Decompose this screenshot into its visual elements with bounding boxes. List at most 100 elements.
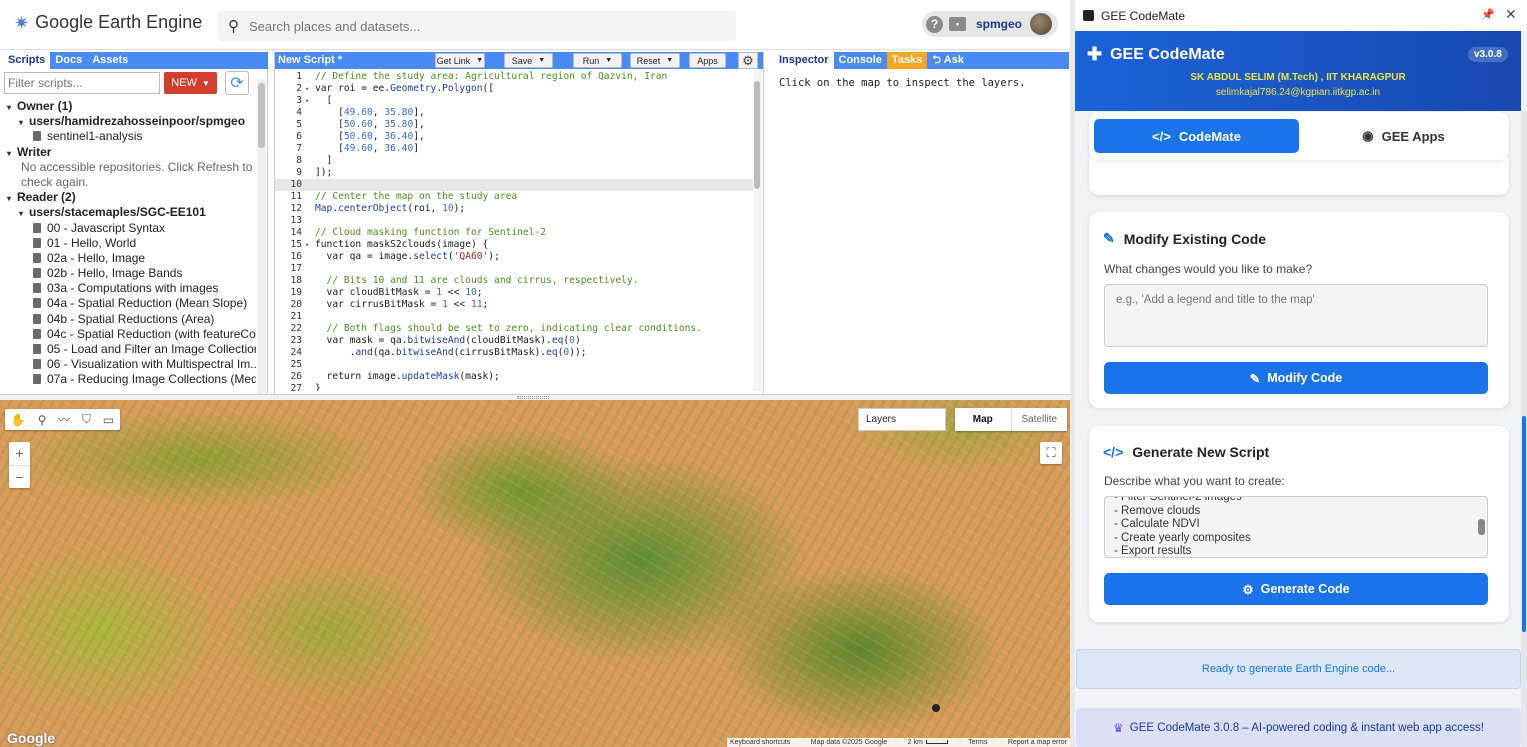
code-line[interactable]: 9]); <box>275 167 753 179</box>
caret-down-icon[interactable]: ▾ <box>7 191 17 205</box>
tree-folder-item[interactable]: ▾ Owner (1) <box>0 99 256 114</box>
new-button[interactable]: NEW ▼ <box>164 72 217 94</box>
get-link-button[interactable]: Get Link ▼ <box>435 53 485 68</box>
keyboard-shortcuts-link[interactable]: Keyboard shortcuts <box>730 739 790 746</box>
close-icon[interactable]: ✕ <box>1505 6 1517 23</box>
save-button[interactable]: Save ▼ <box>504 53 553 68</box>
tab-inspector[interactable]: Inspector <box>774 52 834 69</box>
tab-docs[interactable]: Docs <box>50 52 87 69</box>
script-file-item[interactable]: 04c - Spatial Reduction (with featureCol… <box>0 327 256 342</box>
username[interactable]: spmgeo <box>976 17 1022 31</box>
script-file-item[interactable]: 03a - Computations with images <box>0 281 256 296</box>
caret-down-icon[interactable]: ▾ <box>7 100 17 114</box>
refresh-icon[interactable]: ⟳ <box>225 71 249 95</box>
filter-scripts-input[interactable] <box>4 72 160 94</box>
code-line[interactable]: 17 <box>275 263 753 275</box>
script-title[interactable]: New Script * <box>278 52 342 69</box>
map-view[interactable]: ✋ ⚲ 〰 ⛉ ▭ + − Layers Map Satellite ⛶ Goo… <box>0 400 1070 747</box>
code-line[interactable]: 27} <box>275 383 753 391</box>
tab-console[interactable]: Console <box>834 52 887 69</box>
map-marker[interactable] <box>932 704 940 712</box>
modify-code-input[interactable] <box>1104 284 1488 347</box>
script-file-item[interactable]: 01 - Hello, World <box>0 236 256 251</box>
scroll-thumb[interactable] <box>1522 416 1526 632</box>
code-line[interactable]: 16 var qa = image. select('QA60'); <box>275 251 753 263</box>
code-line[interactable]: 2 ▾ var roi = ee. Geometry. Polygon([ <box>275 83 753 95</box>
tab-codemate[interactable]: </> CodeMate <box>1094 119 1299 153</box>
script-file-item[interactable]: 07a - Reducing Image Collections (Med... <box>0 372 256 387</box>
scroll-thumb[interactable] <box>754 81 760 189</box>
scroll-thumb[interactable] <box>258 83 265 148</box>
tree-folder-item[interactable]: ▾ Reader (2) <box>0 190 256 205</box>
fold-icon[interactable]: ▾ <box>305 95 315 107</box>
tree-folder-item[interactable]: ▾ users/stacemaples/SGC-EE101 <box>0 205 256 220</box>
generate-code-button[interactable]: ⚙ Generate Code <box>1104 573 1488 605</box>
avatar[interactable] <box>1030 13 1053 35</box>
search-input[interactable] <box>249 18 709 34</box>
code-line[interactable]: 5 [50.60, 35.80], <box>275 119 753 131</box>
code-line[interactable]: 26 return image. updateMask (mask); <box>275 371 753 383</box>
code-line[interactable]: 11 // Center the map on the study area <box>275 191 753 203</box>
caret-down-icon[interactable]: ▾ <box>7 146 17 160</box>
map-type-map[interactable]: Map <box>955 408 1011 431</box>
zoom-in-icon[interactable]: + <box>9 442 30 465</box>
script-file-item[interactable]: 04b - Spatial Reductions (Area) <box>0 312 256 327</box>
script-file-item[interactable]: 02b - Hello, Image Bands <box>0 266 256 281</box>
code-line[interactable]: 7 [49.60, 36.40] <box>275 143 753 155</box>
line-icon[interactable]: 〰 <box>58 411 70 428</box>
report-map-error-link[interactable]: Report a map error <box>1008 739 1067 746</box>
search-icon[interactable]: ⚲ <box>228 17 239 35</box>
code-line[interactable]: 8 ] <box>275 155 753 167</box>
code-line[interactable]: 21 <box>275 311 753 323</box>
apps-button[interactable]: Apps <box>689 53 726 68</box>
code-line[interactable]: 13 <box>275 215 753 227</box>
splitter-grip[interactable] <box>517 396 549 399</box>
code-line[interactable]: 20 var cirrusBitMask = 1 << 11; <box>275 299 753 311</box>
script-file-item[interactable]: 05 - Load and Filter an Image Collection <box>0 342 256 357</box>
tree-folder-item[interactable]: ▾ users/hamidrezahosseinpoor/spmgeo <box>0 114 256 129</box>
scroll-thumb[interactable] <box>1478 519 1485 535</box>
code-line[interactable]: 1 // Define the study area: Agricultural … <box>275 71 753 83</box>
script-file-item[interactable]: 06 - Visualization with Multispectral Im… <box>0 357 256 372</box>
code-area[interactable]: 1 // Define the study area: Agricultural … <box>275 71 753 391</box>
gee-logo[interactable]: ✷ Google Earth Engine <box>14 12 202 33</box>
codemate-scrollbar[interactable] <box>1521 111 1527 747</box>
run-button[interactable]: Run ▼ <box>573 53 622 68</box>
rectangle-icon[interactable]: ▭ <box>103 413 114 427</box>
polygon-icon[interactable]: ⛉ <box>82 412 91 427</box>
fullscreen-icon[interactable]: ⛶ <box>1040 442 1062 464</box>
zoom-out-icon[interactable]: − <box>9 465 30 488</box>
script-file-item[interactable]: sentinel1-analysis <box>0 129 256 144</box>
fold-icon[interactable]: ▾ <box>305 83 315 95</box>
caret-down-icon[interactable]: ▾ <box>19 115 29 129</box>
textarea-scrollbar[interactable] <box>1478 500 1485 556</box>
generate-script-input[interactable]: - Filter Sentinel-2 images - Remove clou… <box>1104 496 1488 558</box>
code-line[interactable]: 3 ▾ [ <box>275 95 753 107</box>
terms-link[interactable]: Terms <box>968 739 987 746</box>
code-line[interactable]: 24 . and (qa. bitwiseAnd (cirrusBitMask). eq(… <box>275 347 753 359</box>
code-line[interactable]: 19 var cloudBitMask = 1 << 10; <box>275 287 753 299</box>
code-line[interactable]: 6 [50.60, 36.40], <box>275 131 753 143</box>
tab-assets[interactable]: Assets <box>87 52 133 69</box>
tab-scripts[interactable]: Scripts <box>3 52 51 69</box>
feedback-icon[interactable]: ▪ <box>949 17 966 31</box>
script-file-item[interactable]: 00 - Javascript Syntax <box>0 221 256 236</box>
script-file-item[interactable]: 04a - Spatial Reduction (Mean Slope) <box>0 296 256 311</box>
pin-icon[interactable]: 📌 <box>1481 8 1495 21</box>
help-icon[interactable]: ? <box>926 15 943 33</box>
code-line[interactable]: 10 <box>275 179 753 191</box>
hand-icon[interactable]: ✋ <box>11 413 26 427</box>
code-line[interactable]: 18 // Bits 10 and 11 are clouds and cirr… <box>275 275 753 287</box>
code-line[interactable]: 4 [49.60, 35.80], <box>275 107 753 119</box>
code-line[interactable]: 14 // Cloud masking function for Sentinel… <box>275 227 753 239</box>
code-line[interactable]: 22 // Both flags should be set to zero, … <box>275 323 753 335</box>
reset-button[interactable]: Reset ▼ <box>630 53 680 68</box>
gear-icon[interactable]: ⚙ <box>738 52 758 69</box>
tab-tasks[interactable]: Tasks <box>886 52 928 69</box>
code-scrollbar[interactable] <box>753 71 762 391</box>
code-line[interactable]: 25 <box>275 359 753 371</box>
left-scrollbar[interactable] <box>257 79 266 394</box>
layers-button[interactable]: Layers <box>858 408 946 431</box>
code-line[interactable]: 15 ▾ function maskS2clouds(image) { <box>275 239 753 251</box>
marker-icon[interactable]: ⚲ <box>38 413 47 427</box>
